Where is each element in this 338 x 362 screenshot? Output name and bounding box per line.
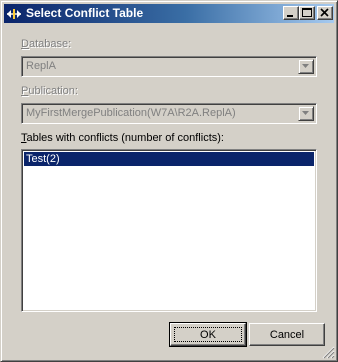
close-icon xyxy=(320,8,329,17)
resize-grip-icon[interactable] xyxy=(322,346,335,359)
replication-icon xyxy=(7,9,21,19)
tables-listbox[interactable]: Test(2) xyxy=(21,149,317,312)
chevron-down-icon xyxy=(302,111,309,115)
chevron-down-icon xyxy=(302,64,309,68)
maximize-button[interactable] xyxy=(299,6,315,20)
database-combobox[interactable]: ReplA xyxy=(21,56,317,77)
minimize-button[interactable] xyxy=(283,6,299,20)
window-title: Select Conflict Table xyxy=(26,6,144,20)
cancel-button[interactable]: Cancel xyxy=(249,323,325,346)
publication-label: Publication: xyxy=(21,85,78,97)
publication-combobox[interactable]: MyFirstMergePublication(W7A\R2A.ReplA) xyxy=(21,103,317,124)
close-button[interactable] xyxy=(317,6,333,20)
focus-rect xyxy=(174,327,242,342)
ok-button[interactable]: OK xyxy=(169,322,247,347)
database-value: ReplA xyxy=(26,60,56,72)
tables-label: Tables with conflicts (number of conflic… xyxy=(21,132,224,144)
maximize-icon xyxy=(302,8,312,17)
list-item[interactable]: Test(2) xyxy=(24,152,314,166)
database-label: Database: xyxy=(21,38,72,50)
title-bar[interactable]: Select Conflict Table xyxy=(4,4,334,23)
publication-value: MyFirstMergePublication(W7A\R2A.ReplA) xyxy=(26,107,236,119)
publication-dropdown-button[interactable] xyxy=(298,106,314,121)
dialog-window: Select Conflict Table Database: ReplA Pu… xyxy=(0,0,338,362)
minimize-icon xyxy=(287,15,293,17)
database-dropdown-button[interactable] xyxy=(298,59,314,74)
